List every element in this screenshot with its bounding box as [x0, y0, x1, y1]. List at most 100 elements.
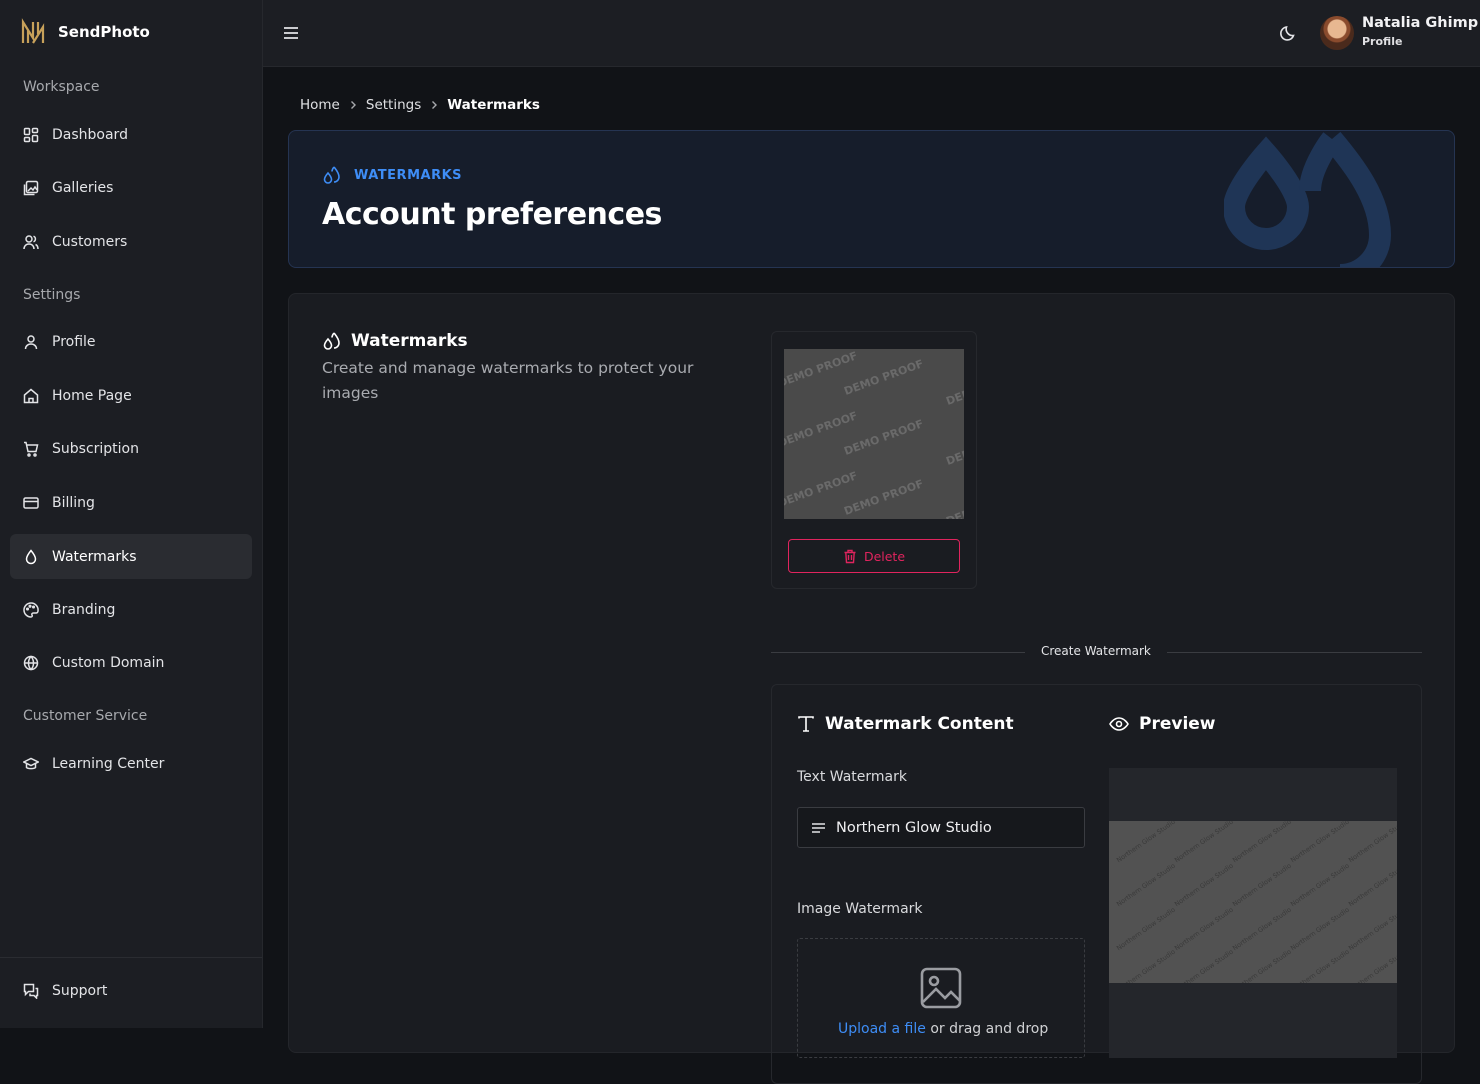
sidebar-divider	[0, 957, 262, 958]
droplet-icon	[23, 548, 39, 565]
support-label: Support	[52, 983, 108, 999]
sidebar-item-billing[interactable]: Billing	[10, 480, 252, 526]
page-tag: WATERMARKS	[322, 165, 462, 185]
chevron-right-icon	[349, 100, 357, 110]
preview-watermark-text: Northern Glow Studio	[1289, 821, 1351, 865]
watermark-text: DEMO PROOF	[944, 487, 964, 519]
sidebar-item-label: Custom Domain	[52, 655, 165, 671]
credit-card-icon	[23, 495, 39, 511]
watermark-text: DEMO PROOF	[944, 427, 964, 468]
preview-watermark-text: Northern Glow Studio	[1347, 905, 1397, 953]
sidebar-item-label: Profile	[52, 334, 96, 350]
create-watermark-form: Watermark Content Preview Text Watermark…	[771, 684, 1422, 1084]
image-upload-dropzone[interactable]: Upload a file or drag and drop	[797, 938, 1085, 1058]
content-title: Watermark Content	[825, 714, 1014, 734]
moon-icon[interactable]	[1279, 23, 1297, 43]
sidebar-item-customers[interactable]: Customers	[10, 219, 252, 265]
preview-watermark-text: Northern Glow Studio	[1347, 861, 1397, 909]
chevron-right-icon	[430, 100, 438, 110]
sidebar-item-watermarks[interactable]: Watermarks	[10, 534, 252, 579]
preview-watermark-text: Northern Glow Studio	[1289, 947, 1351, 983]
page-tag-label: WATERMARKS	[354, 167, 463, 183]
home-icon	[23, 388, 39, 404]
upload-text: Upload a file or drag and drop	[838, 1021, 1048, 1037]
menu-icon[interactable]	[282, 21, 300, 45]
page-title: Account preferences	[322, 197, 662, 232]
upload-hint: or drag and drop	[930, 1021, 1049, 1037]
breadcrumb-home[interactable]: Home	[300, 97, 340, 113]
sidebar-item-learning-center[interactable]: Learning Center	[10, 741, 252, 787]
text-watermark-value: Northern Glow Studio	[836, 819, 992, 836]
brand[interactable]: SendPhoto	[20, 18, 150, 46]
text-watermark-input[interactable]: Northern Glow Studio	[797, 807, 1085, 848]
preview-watermark-text: Northern Glow Studio	[1289, 861, 1351, 909]
sidebar-item-label: Watermarks	[52, 548, 137, 565]
watermarks-description: Create and manage watermarks to protect …	[322, 359, 694, 402]
preview-watermark-text: Northern Glow Studio	[1173, 821, 1235, 865]
palette-icon	[23, 602, 39, 618]
sidebar-item-galleries[interactable]: Galleries	[10, 165, 252, 211]
sidebar-item-label: Dashboard	[52, 127, 128, 143]
preview-heading: Preview	[1109, 714, 1216, 734]
droplets-small-icon	[322, 165, 342, 185]
avatar[interactable]	[1320, 16, 1354, 50]
logo-icon	[20, 18, 46, 46]
sidebar-item-label: Billing	[52, 495, 95, 511]
preview-watermark-text: Northern Glow Studio	[1115, 861, 1177, 909]
watermark-thumbnail[interactable]: DEMO PROOF DEMO PROOF DEMO PROOF DEMO PR…	[784, 349, 964, 519]
grid-icon	[23, 127, 39, 143]
image-watermark-label: Image Watermark	[797, 901, 923, 917]
preview-watermark-text: Northern Glow Studio	[1231, 861, 1293, 909]
preview-watermark-text: Northern Glow Studio	[1231, 947, 1293, 983]
sidebar-item-profile[interactable]: Profile	[10, 319, 252, 365]
breadcrumb-settings[interactable]: Settings	[366, 97, 421, 113]
preview-watermark-text: Northern Glow Studio	[1173, 947, 1235, 983]
user-icon	[23, 334, 39, 350]
section-settings: Settings	[23, 287, 81, 303]
watermark-text: DEMO PROOF	[842, 357, 926, 398]
user-role[interactable]: Profile	[1362, 35, 1402, 48]
sidebar-item-dashboard[interactable]: Dashboard	[10, 112, 252, 158]
existing-watermark: DEMO PROOF DEMO PROOF DEMO PROOF DEMO PR…	[771, 331, 977, 589]
breadcrumb: Home Settings Watermarks	[300, 97, 540, 113]
sidebar-item-label: Galleries	[52, 180, 114, 196]
support-link[interactable]: Support	[23, 983, 107, 999]
create-watermark-divider: Create Watermark	[1041, 644, 1151, 658]
page-header: WATERMARKS Account preferences	[288, 130, 1455, 268]
sidebar-item-branding[interactable]: Branding	[10, 587, 252, 633]
user-name[interactable]: Natalia Ghimp	[1362, 15, 1478, 31]
watermark-text: DEMO PROOF	[842, 417, 926, 458]
chat-icon	[23, 983, 39, 999]
eye-icon	[1109, 716, 1129, 732]
globe-icon	[23, 655, 39, 671]
sidebar-item-subscription[interactable]: Subscription	[10, 426, 252, 472]
delete-button[interactable]: Delete	[788, 539, 960, 573]
content-heading: Watermark Content	[797, 714, 1014, 734]
sidebar-item-label: Home Page	[52, 388, 132, 404]
breadcrumb-current: Watermarks	[447, 97, 540, 113]
preview-watermark-text: Northern Glow Studio	[1115, 821, 1177, 865]
preview-watermark-text: Northern Glow Studio	[1173, 905, 1235, 953]
section-workspace: Workspace	[23, 79, 100, 95]
preview-watermark-text: Northern Glow Studio	[1347, 821, 1397, 865]
sidebar: SendPhoto Workspace Dashboard Galleries …	[0, 0, 263, 1028]
upload-file-link[interactable]: Upload a file	[838, 1021, 926, 1037]
image-icon	[919, 966, 963, 1010]
graduation-cap-icon	[23, 756, 39, 772]
trash-icon	[843, 549, 857, 564]
preview-watermark-text: Northern Glow Studio	[1231, 905, 1293, 953]
sidebar-item-label: Subscription	[52, 441, 139, 457]
divider-left	[771, 652, 1025, 653]
preview-watermark-text: Northern Glow Studio	[1173, 861, 1235, 909]
preview-title: Preview	[1139, 714, 1216, 734]
topbar: Natalia Ghimp Profile	[263, 0, 1480, 67]
sidebar-item-home-page[interactable]: Home Page	[10, 373, 252, 419]
watermarks-heading: Watermarks	[322, 331, 468, 351]
preview-watermark-text: Northern Glow Studio	[1115, 905, 1177, 953]
preview-watermark-text: Northern Glow Studio	[1289, 905, 1351, 953]
preview-image: Northern Glow Studio Northern Glow Studi…	[1109, 821, 1397, 983]
preview-watermark-text: Northern Glow Studio	[1347, 947, 1397, 983]
gallery-icon	[23, 180, 39, 196]
sidebar-item-custom-domain[interactable]: Custom Domain	[10, 640, 252, 686]
sidebar-item-label: Branding	[52, 602, 116, 618]
